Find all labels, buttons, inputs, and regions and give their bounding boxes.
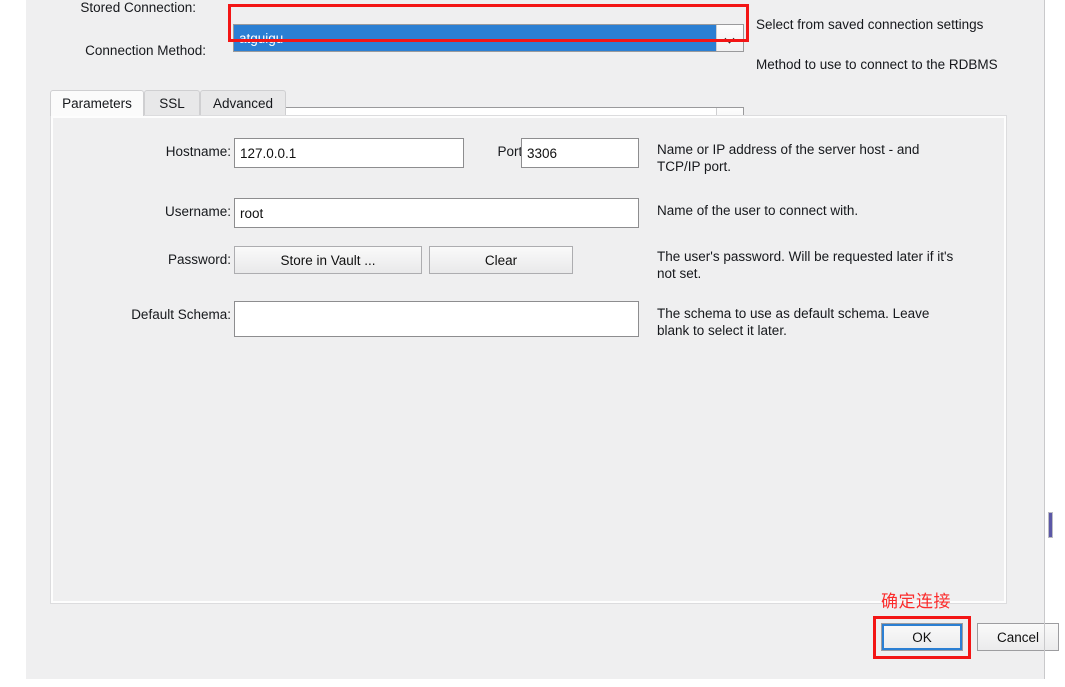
default-schema-label: Default Schema: <box>131 307 231 322</box>
connection-method-label: Connection Method: <box>85 43 206 58</box>
tab-advanced[interactable]: Advanced <box>200 90 286 116</box>
stored-connection-value: atguigu <box>234 25 716 51</box>
port-label: Port: <box>497 144 526 159</box>
cancel-button-label: Cancel <box>996 629 1040 645</box>
stored-connection-dropdown[interactable]: atguigu <box>233 24 744 52</box>
scrollbar-thumb-fragment[interactable] <box>1048 512 1053 538</box>
default-schema-hint: The schema to use as default schema. Lea… <box>657 306 930 338</box>
clear-password-button[interactable]: Clear <box>429 246 573 274</box>
chevron-down-icon[interactable] <box>716 25 743 51</box>
cancel-button[interactable]: Cancel <box>977 623 1059 651</box>
tab-parameters[interactable]: Parameters <box>50 90 144 116</box>
ok-button-label: OK <box>912 629 932 645</box>
username-label: Username: <box>164 204 231 219</box>
port-input[interactable]: 3306 <box>521 138 639 168</box>
hostname-label: Hostname: <box>165 144 231 159</box>
stored-connection-label: Stored Connection: <box>80 0 196 15</box>
tab-parameters-label: Parameters <box>62 96 132 111</box>
hostname-hint: Name or IP address of the server host - … <box>657 142 920 174</box>
tab-advanced-label: Advanced <box>212 96 274 111</box>
parameters-tab-panel: Hostname: 127.0.0.1 Port: 3306 Name or I… <box>50 115 1007 604</box>
hostname-input[interactable]: 127.0.0.1 <box>234 138 464 168</box>
username-hint: Name of the user to connect with. <box>657 203 859 218</box>
ok-button[interactable]: OK <box>881 623 963 651</box>
password-label: Password: <box>167 252 231 267</box>
connection-method-hint: Method to use to connect to the RDBMS <box>756 57 998 72</box>
tab-ssl[interactable]: SSL <box>144 90 200 116</box>
stored-connection-hint: Select from saved connection settings <box>756 17 984 32</box>
default-schema-input[interactable] <box>234 301 639 337</box>
store-in-vault-button[interactable]: Store in Vault ... <box>234 246 422 274</box>
password-hint: The user's password. Will be requested l… <box>657 249 954 281</box>
confirm-connect-annotation: 确定连接 <box>881 592 951 611</box>
dialog-right-border <box>1044 0 1045 679</box>
tab-strip: Parameters SSL Advanced <box>50 90 1007 116</box>
tab-ssl-label: SSL <box>159 96 185 111</box>
username-input[interactable]: root <box>234 198 639 228</box>
connection-dialog: Stored Connection: atguigu Select from s… <box>26 0 1059 679</box>
